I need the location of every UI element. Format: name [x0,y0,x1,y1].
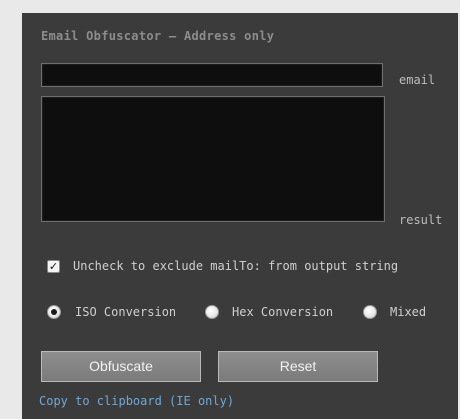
obfuscator-panel: Email Obfuscator — Address only email re… [22,13,458,419]
radio-selected-dot [51,309,57,315]
panel-title: Email Obfuscator — Address only [41,29,275,43]
mixed-conversion-label: Mixed [390,305,427,319]
iso-conversion-label: ISO Conversion [75,305,177,319]
copy-to-clipboard-link[interactable]: Copy to clipboard (IE only) [39,394,234,408]
obfuscate-button[interactable]: Obfuscate [41,351,201,382]
result-textarea[interactable] [41,96,385,222]
mailto-checkbox[interactable]: ✓ [47,260,60,273]
result-label: result [399,213,443,227]
email-input[interactable] [41,63,383,87]
mixed-conversion-radio[interactable] [363,305,377,319]
iso-conversion-radio[interactable] [47,305,61,319]
hex-conversion-radio[interactable] [205,305,219,319]
hex-conversion-label: Hex Conversion [232,305,334,319]
reset-button[interactable]: Reset [218,351,378,382]
mailto-checkbox-label: Uncheck to exclude mailTo: from output s… [73,259,399,273]
email-label: email [399,73,436,87]
